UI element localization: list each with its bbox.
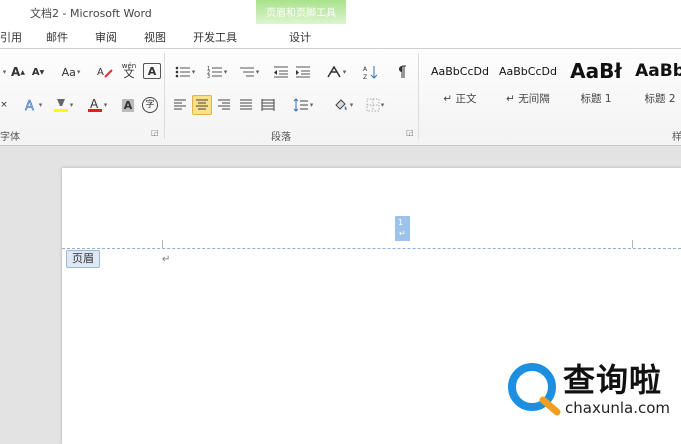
- numbering-icon[interactable]: 1 2 3 ▾: [204, 63, 230, 81]
- character-shading-icon[interactable]: A: [120, 96, 136, 114]
- style-name: ↵ 无间隔: [506, 93, 550, 105]
- style-sample: AaBbCcDd: [431, 65, 489, 78]
- justify-icon[interactable]: [238, 96, 254, 114]
- font-group-label: 字体: [0, 132, 20, 143]
- paragraph-dialog-launcher-icon[interactable]: ◲: [406, 129, 414, 137]
- styles-gallery: AaBbCcDd ↵ 正文 AaBbCcDd ↵ 无间隔 AaBł 标题 1 A…: [422, 53, 681, 125]
- align-left-icon[interactable]: [172, 96, 188, 114]
- paragraph-mark-icon: ↵: [162, 254, 171, 265]
- distributed-icon[interactable]: [260, 96, 276, 114]
- contextual-group-title: 页眉和页脚工具: [266, 8, 336, 19]
- ribbon: ▾ A ▲ A ▼ Aa ▾ A wén 文 A × A ▾ ▾ A ▾ A 字 字体 ◲ …: [0, 49, 681, 146]
- svg-text:A: A: [363, 66, 368, 73]
- sort-icon[interactable]: AZ: [362, 63, 380, 81]
- enclose-characters-icon[interactable]: 字: [141, 96, 159, 114]
- paragraph-mark-icon: ↵: [399, 229, 406, 238]
- margin-corner-mark: [632, 240, 633, 248]
- shading-icon[interactable]: ▾: [330, 96, 356, 114]
- style-heading-1[interactable]: AaBł 标题 1: [562, 53, 630, 123]
- paragraph-group-label: 段落: [271, 132, 291, 143]
- style-normal[interactable]: AaBbCcDd ↵ 正文: [426, 53, 494, 123]
- clear-formatting-icon[interactable]: A: [96, 63, 114, 81]
- style-name: 标题 2: [644, 93, 676, 105]
- style-no-spacing[interactable]: AaBbCcDd ↵ 无间隔: [494, 53, 562, 123]
- svg-text:3: 3: [207, 74, 210, 79]
- text-effects-icon[interactable]: A ▾: [22, 96, 44, 114]
- font-color-icon[interactable]: A ▾: [84, 96, 110, 114]
- tab-developer[interactable]: 开发工具: [193, 29, 237, 45]
- font-size-dropdown[interactable]: ▾: [0, 63, 8, 81]
- tab-view[interactable]: 视图: [144, 29, 166, 45]
- ribbon-tabs: 引用 邮件 审阅 视图 开发工具 设计: [0, 24, 681, 49]
- tab-review[interactable]: 审阅: [95, 29, 117, 45]
- align-center-icon[interactable]: [192, 95, 212, 115]
- svg-text:A: A: [25, 99, 34, 112]
- borders-icon[interactable]: ▾: [362, 96, 388, 114]
- font-dialog-launcher-icon[interactable]: ◲: [151, 129, 159, 137]
- style-heading-2[interactable]: AaBb 标题 2: [630, 53, 681, 123]
- window-title: 文档2 - Microsoft Word: [30, 7, 152, 20]
- decrease-indent-icon[interactable]: [272, 63, 290, 81]
- subscript-icon[interactable]: ×: [0, 96, 8, 114]
- watermark-url: chaxunla.com: [565, 399, 670, 417]
- styles-group-label: 样式: [672, 132, 681, 143]
- style-sample: AaBbCcDd: [499, 65, 557, 78]
- align-right-icon[interactable]: [216, 96, 232, 114]
- increase-indent-icon[interactable]: [294, 63, 312, 81]
- style-name: 标题 1: [580, 93, 612, 105]
- multilevel-list-icon[interactable]: ▾: [236, 63, 262, 81]
- group-divider: [418, 53, 419, 139]
- change-case-button[interactable]: Aa ▾: [58, 63, 84, 81]
- line-spacing-icon[interactable]: ▾: [290, 96, 316, 114]
- watermark: 查询啦 chaxunla.com: [505, 355, 680, 435]
- shrink-font-icon[interactable]: A ▼: [30, 63, 46, 81]
- page-number-field[interactable]: 1 ↵: [395, 216, 410, 241]
- style-sample: AaBb: [635, 61, 681, 81]
- svg-text:A: A: [97, 67, 104, 78]
- margin-corner-mark: [162, 240, 163, 248]
- chinese-layout-icon[interactable]: ▾: [323, 63, 349, 81]
- svg-text:A: A: [90, 97, 99, 111]
- brand-logo-icon: [508, 363, 561, 416]
- tab-mailings[interactable]: 邮件: [46, 29, 68, 45]
- style-sample: AaBł: [570, 59, 622, 83]
- grow-font-icon[interactable]: A ▲: [10, 63, 26, 81]
- group-divider: [164, 53, 165, 139]
- character-border-icon[interactable]: A: [143, 63, 161, 79]
- enclosed-char-label: 字: [142, 97, 158, 113]
- style-name: ↵ 正文: [443, 93, 477, 105]
- header-boundary-line: [62, 248, 681, 249]
- phonetic-guide-button[interactable]: wén 文: [120, 61, 138, 79]
- header-tag: 页眉: [66, 250, 100, 268]
- show-paragraph-marks-icon[interactable]: [394, 63, 410, 81]
- page-number-value: 1: [398, 218, 404, 227]
- bullets-icon[interactable]: ▾: [172, 63, 198, 81]
- highlight-color-icon[interactable]: ▾: [50, 96, 76, 114]
- tab-design[interactable]: 设计: [289, 29, 311, 45]
- watermark-brand: 查询啦: [563, 361, 663, 399]
- svg-text:Z: Z: [363, 74, 367, 80]
- tab-references[interactable]: 引用: [0, 29, 22, 45]
- change-case-label: Aa: [61, 65, 76, 79]
